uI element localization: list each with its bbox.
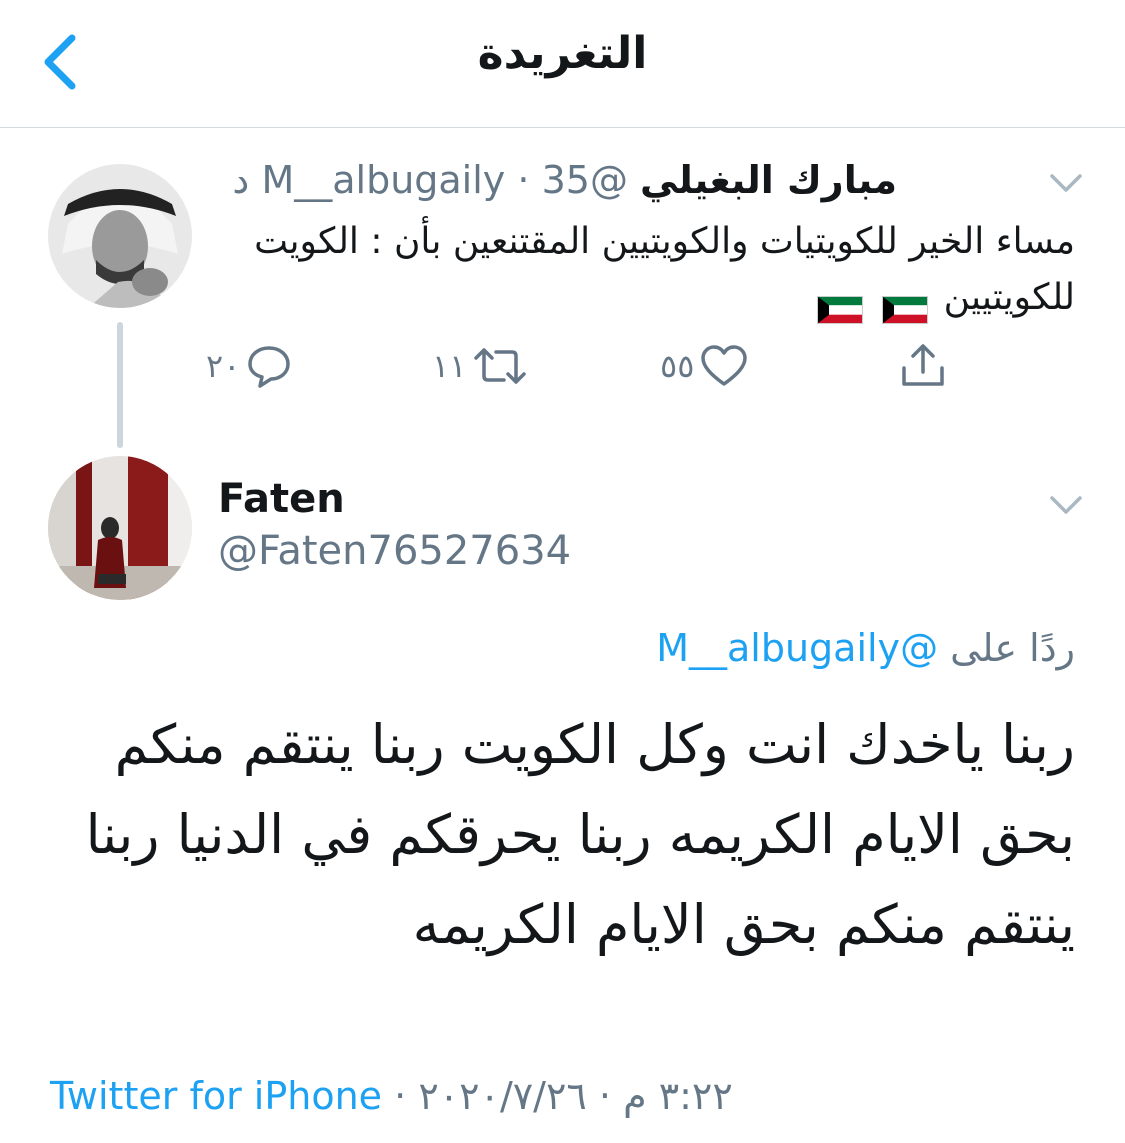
- separator-dot: ·: [394, 1074, 407, 1118]
- reply-bubble-icon: [246, 344, 292, 388]
- kuwait-flag-icon: [816, 285, 863, 324]
- user-name[interactable]: مبارك البغيلي: [640, 158, 897, 202]
- page-title: التغريدة: [477, 28, 648, 79]
- share-icon: [898, 342, 948, 390]
- thread-connector-line: [117, 322, 123, 448]
- tweet-source-link[interactable]: Twitter for iPhone: [50, 1074, 382, 1118]
- kuwait-flag-icon: [882, 285, 929, 324]
- replying-to-handle-link[interactable]: @M__albugaily: [656, 626, 938, 670]
- separator-dot: ·: [598, 1074, 611, 1118]
- replying-to-label: ردًا على: [950, 626, 1075, 670]
- separator-dot: ·: [517, 158, 530, 202]
- retweet-icon: [472, 344, 528, 388]
- avatar[interactable]: [48, 456, 192, 600]
- tweet-text: مساء الخير للكويتيات والكويتيين المقتنعي…: [215, 214, 1075, 326]
- tweet-time: ٣:٢٢ م: [623, 1074, 733, 1118]
- like-action[interactable]: ٥٥: [660, 340, 748, 392]
- replying-to: ردًا على @M__albugaily: [656, 626, 1075, 670]
- reply-action[interactable]: ٢٠: [206, 340, 292, 392]
- like-count: ٥٥: [660, 347, 695, 385]
- share-action[interactable]: [898, 340, 948, 392]
- chevron-down-icon[interactable]: [1046, 490, 1086, 520]
- tweet-date: ٢٠٢٠/٧/٢٦: [418, 1074, 587, 1118]
- reply-count: ٢٠: [206, 347, 241, 385]
- retweet-count: ١١: [432, 347, 467, 385]
- tweet-text: ربنا ياخدك انت وكل الكويت ربنا ينتقم منك…: [85, 713, 1075, 956]
- chevron-down-icon[interactable]: [1046, 168, 1086, 198]
- tweet-text-body: مساء الخير للكويتيات والكويتيين المقتنعي…: [254, 221, 1075, 318]
- avatar[interactable]: [48, 164, 192, 308]
- user-name[interactable]: Faten: [218, 476, 345, 522]
- heart-icon: [700, 344, 748, 388]
- tweet-meta: ٣:٢٢ م · ٢٠٢٠/٧/٢٦ · Twitter for iPhone: [50, 1074, 733, 1118]
- retweet-action[interactable]: ١١: [432, 340, 528, 392]
- navigation-bar: التغريدة: [0, 0, 1125, 128]
- tweet-header: مبارك البغيلي @M__albugaily · 35 د: [232, 158, 897, 202]
- user-handle[interactable]: @Faten76527634: [218, 528, 571, 574]
